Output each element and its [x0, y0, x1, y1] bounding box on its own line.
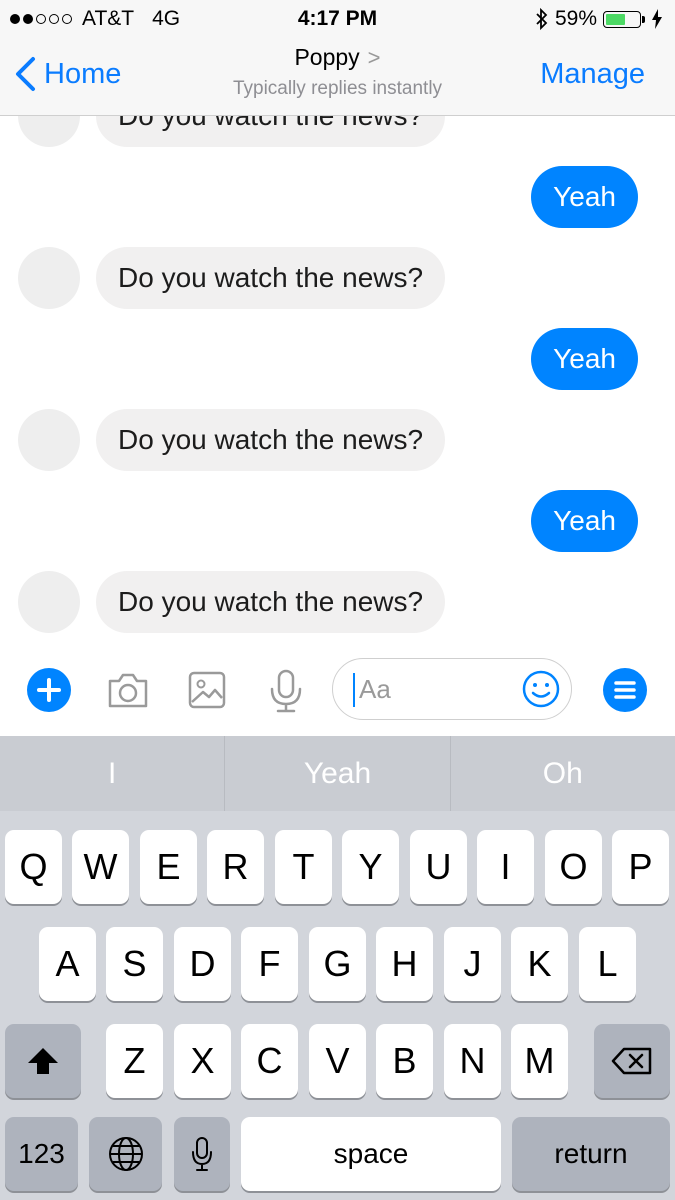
- message-row: Yeah: [0, 166, 675, 228]
- message-row: Yeah: [0, 328, 675, 390]
- incoming-message[interactable]: Do you watch the news?: [96, 247, 446, 309]
- key-p[interactable]: P: [612, 830, 669, 904]
- contact-avatar: [18, 116, 80, 147]
- globe-key[interactable]: [89, 1117, 162, 1191]
- dictation-key[interactable]: [174, 1117, 230, 1191]
- space-key[interactable]: space: [241, 1117, 501, 1191]
- charging-icon: [652, 9, 662, 29]
- key-j[interactable]: J: [444, 927, 501, 1001]
- message-input-field[interactable]: [332, 658, 572, 720]
- globe-icon: [108, 1137, 143, 1171]
- incoming-message[interactable]: Do you watch the news?: [96, 571, 446, 633]
- status-bar: AT&T 4G 4:17 PM 59%: [0, 0, 675, 38]
- key-u[interactable]: U: [410, 830, 467, 904]
- key-r[interactable]: R: [207, 830, 264, 904]
- microphone-icon: [192, 1137, 212, 1171]
- contact-avatar: [18, 247, 80, 309]
- key-m[interactable]: M: [511, 1024, 568, 1098]
- contact-name: Poppy: [294, 44, 360, 70]
- message-row: Do you watch the news?: [0, 116, 675, 147]
- message-input[interactable]: [359, 669, 509, 709]
- shift-key[interactable]: [5, 1024, 81, 1098]
- outgoing-message[interactable]: Yeah: [531, 328, 638, 390]
- shift-icon: [28, 1048, 58, 1074]
- contact-avatar: [18, 409, 80, 471]
- key-n[interactable]: N: [444, 1024, 501, 1098]
- suggestion-3[interactable]: Oh: [451, 736, 675, 811]
- chevron-right-icon: >: [367, 45, 381, 70]
- plus-icon[interactable]: [27, 668, 71, 712]
- key-a[interactable]: A: [39, 927, 96, 1001]
- return-key[interactable]: return: [512, 1117, 670, 1191]
- key-t[interactable]: T: [275, 830, 332, 904]
- conversation-header: Home Poppy > Typically replies instantly …: [0, 38, 675, 116]
- message-row: Do you watch the news?: [0, 247, 675, 309]
- battery-icon: [603, 10, 645, 28]
- read-receipt-avatar: [644, 603, 670, 629]
- key-s[interactable]: S: [106, 927, 163, 1001]
- contact-avatar: [18, 571, 80, 633]
- key-l[interactable]: L: [579, 927, 636, 1001]
- emoji-icon[interactable]: [521, 669, 561, 709]
- key-d[interactable]: D: [174, 927, 231, 1001]
- key-o[interactable]: O: [545, 830, 602, 904]
- incoming-message[interactable]: Do you watch the news?: [96, 409, 446, 471]
- backspace-icon: [611, 1047, 652, 1075]
- incoming-message[interactable]: Do you watch the news?: [96, 116, 446, 147]
- delete-key[interactable]: [594, 1024, 670, 1098]
- key-f[interactable]: F: [241, 927, 298, 1001]
- message-row: Do you watch the news?: [0, 571, 675, 633]
- numbers-key[interactable]: 123: [5, 1117, 78, 1191]
- predictive-bar: I Yeah Oh: [0, 736, 675, 811]
- key-c[interactable]: C: [241, 1024, 298, 1098]
- message-row: Yeah: [0, 490, 675, 552]
- key-z[interactable]: Z: [106, 1024, 163, 1098]
- key-w[interactable]: W: [72, 830, 129, 904]
- outgoing-message[interactable]: Yeah: [531, 166, 638, 228]
- key-g[interactable]: G: [309, 927, 366, 1001]
- key-i[interactable]: I: [477, 830, 534, 904]
- key-q[interactable]: Q: [5, 830, 62, 904]
- key-h[interactable]: H: [376, 927, 433, 1001]
- key-y[interactable]: Y: [342, 830, 399, 904]
- keyboard: I Yeah Oh Q W E R T Y U I O P A S D F G …: [0, 736, 675, 1200]
- suggestion-1[interactable]: I: [0, 736, 226, 811]
- key-e[interactable]: E: [140, 830, 197, 904]
- menu-icon[interactable]: [603, 668, 647, 712]
- gallery-icon[interactable]: [187, 668, 227, 712]
- battery-percent: 59%: [554, 7, 597, 30]
- message-list[interactable]: Do you watch the news? Yeah Do you watch…: [0, 116, 675, 648]
- bluetooth-icon: [536, 7, 548, 31]
- message-row: Do you watch the news?: [0, 409, 675, 471]
- suggestion-2[interactable]: Yeah: [225, 736, 451, 811]
- composer-bar: [0, 648, 675, 736]
- key-v[interactable]: V: [309, 1024, 366, 1098]
- camera-icon[interactable]: [106, 668, 150, 712]
- outgoing-message[interactable]: Yeah: [531, 490, 638, 552]
- key-b[interactable]: B: [376, 1024, 433, 1098]
- manage-button[interactable]: Manage: [540, 58, 645, 91]
- text-cursor: [353, 673, 355, 707]
- microphone-icon[interactable]: [266, 668, 306, 714]
- status-right: 59%: [535, 7, 663, 31]
- key-x[interactable]: X: [174, 1024, 231, 1098]
- key-k[interactable]: K: [511, 927, 568, 1001]
